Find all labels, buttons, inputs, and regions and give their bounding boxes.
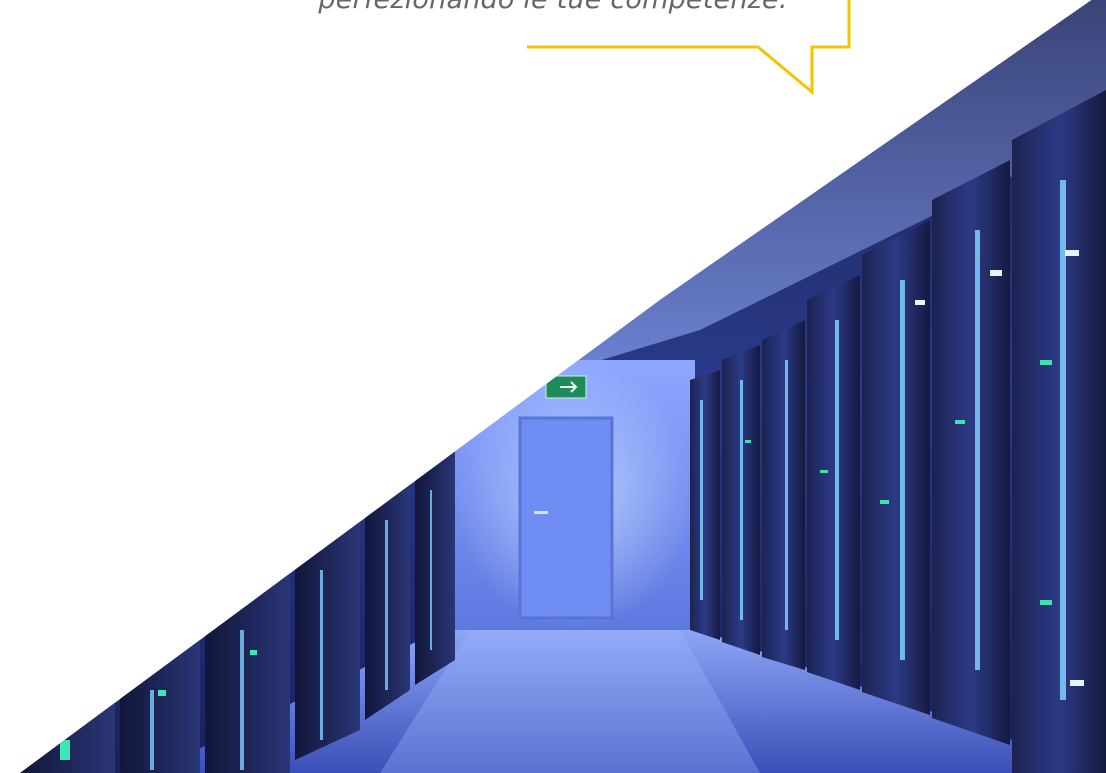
quote-text: perfezionando le tue competenze. [0, 0, 1106, 18]
page: perfezionando le tue competenze. [0, 0, 1106, 773]
datacenter-photo [20, 0, 1106, 773]
